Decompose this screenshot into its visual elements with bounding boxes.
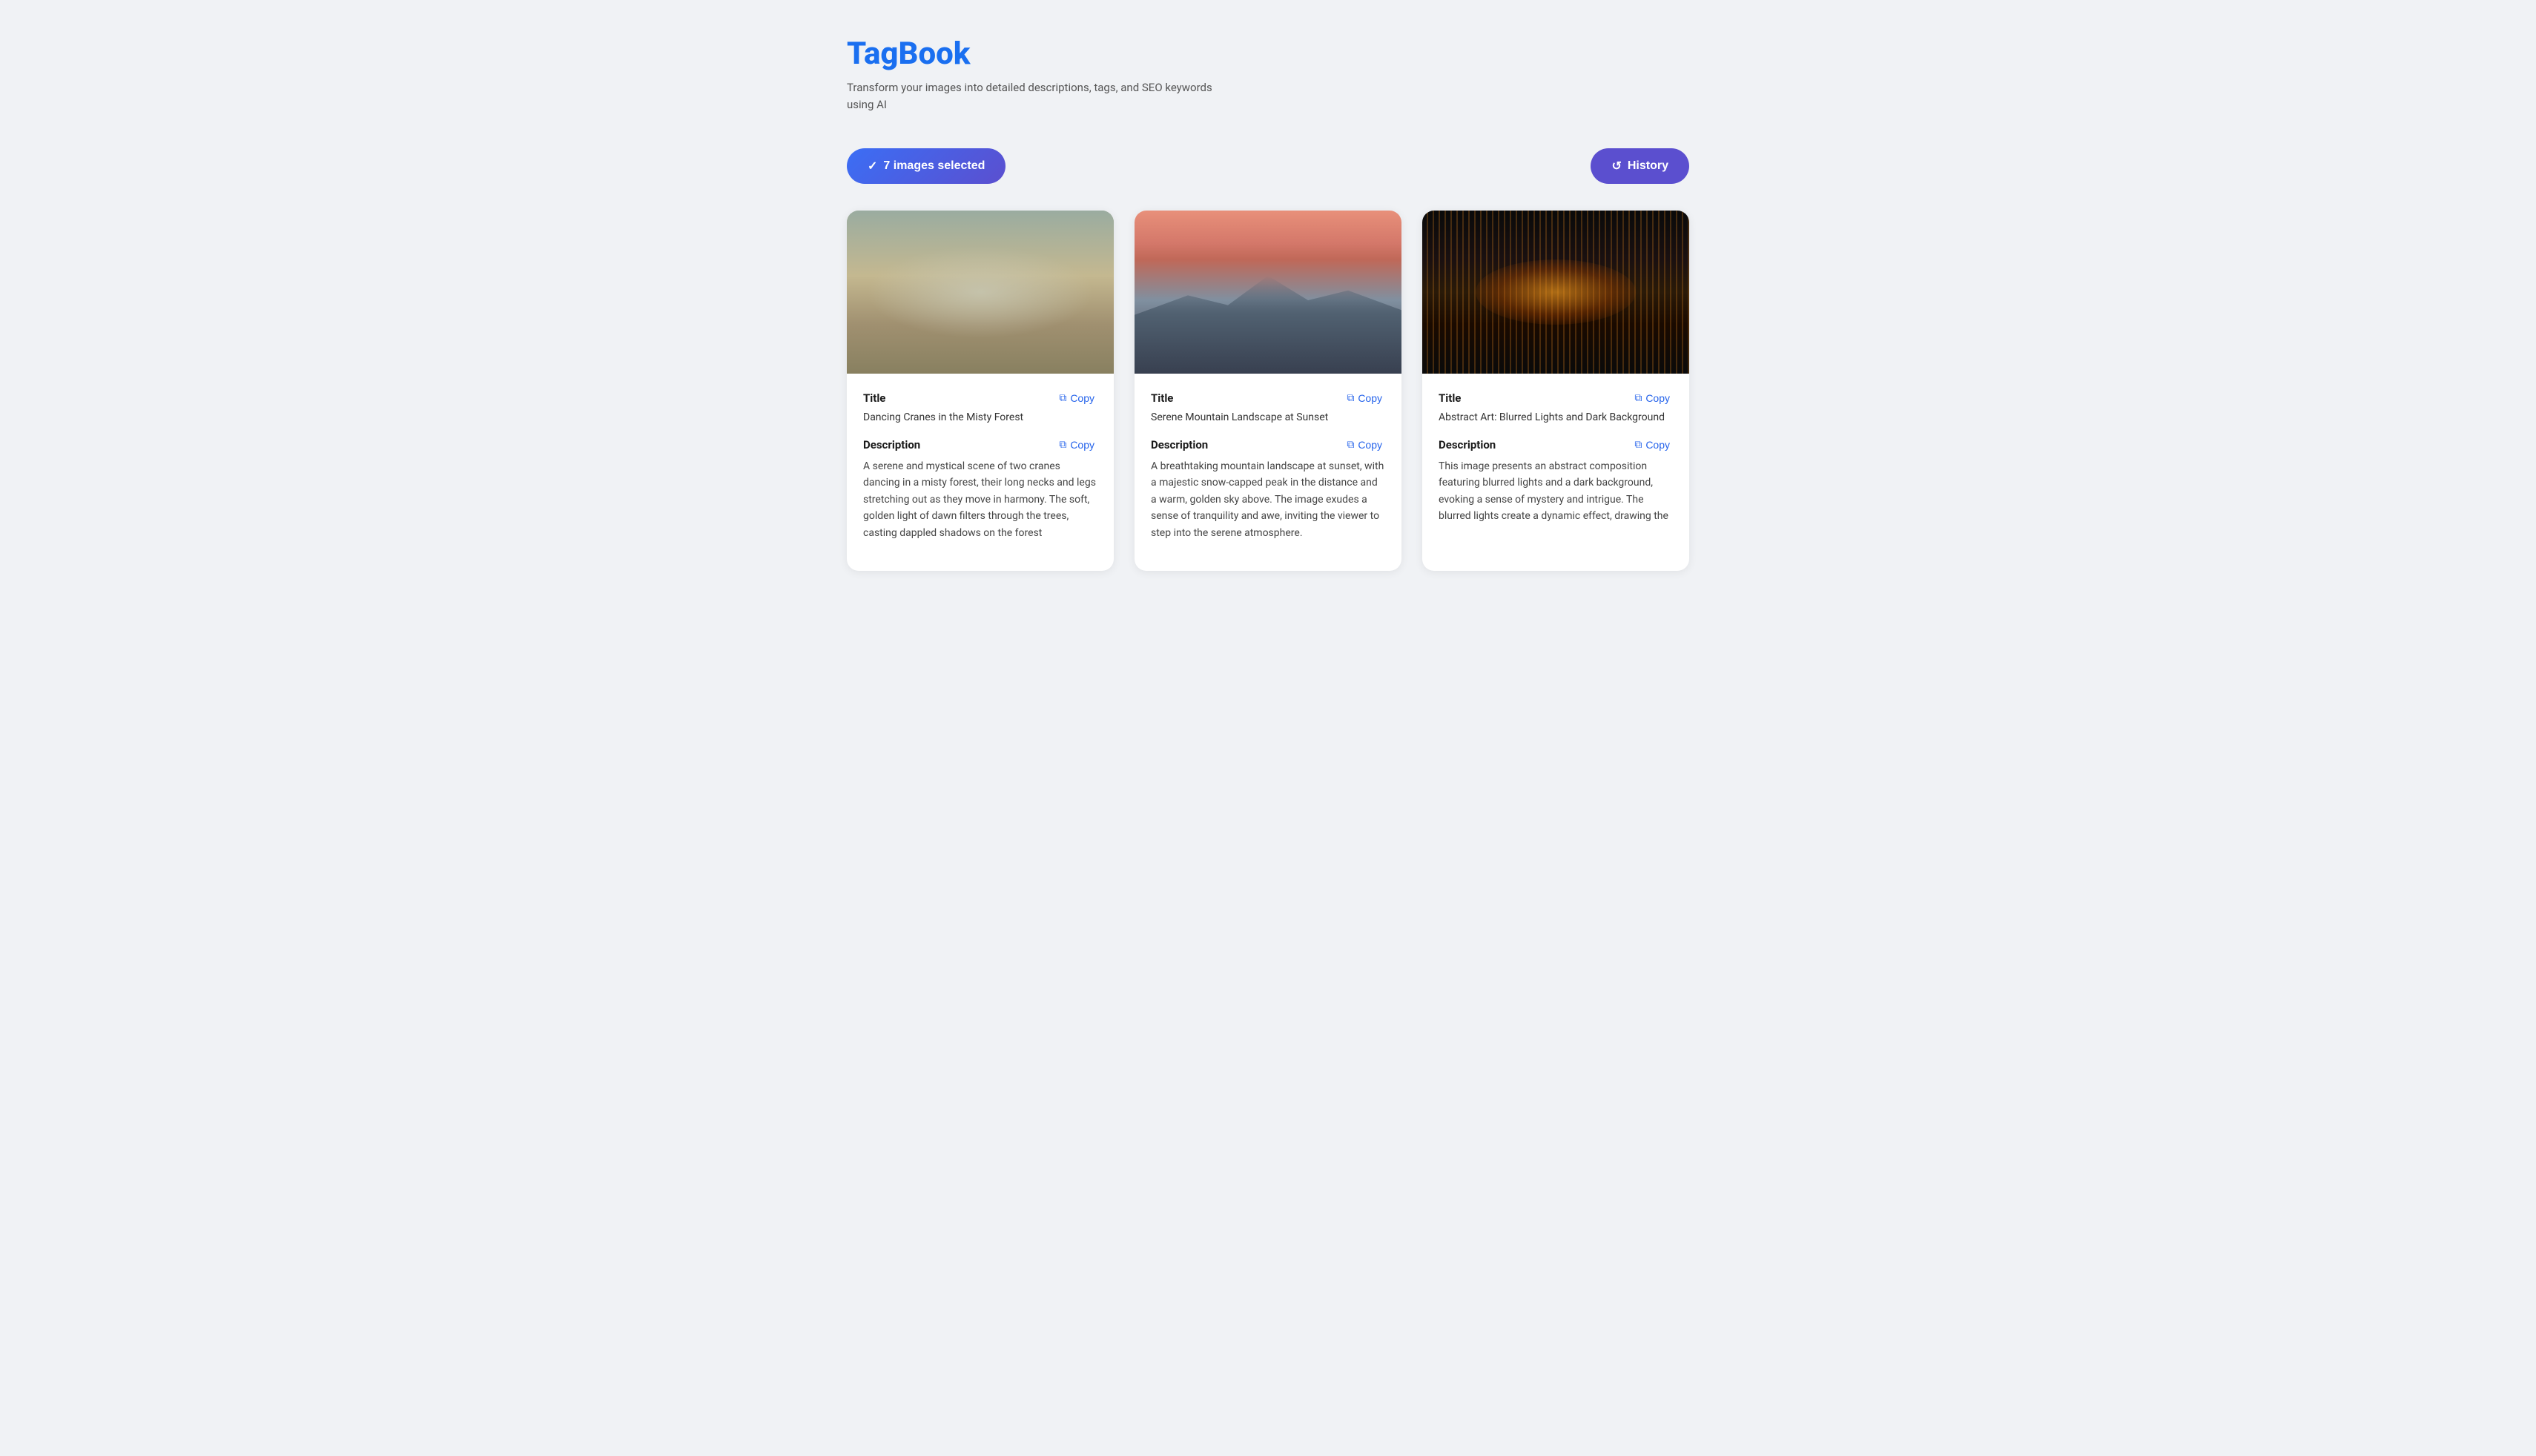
- copy-icon-crane-desc: ⧉: [1059, 438, 1066, 451]
- card-title-section-mountain: Title ⧉ Copy Serene Mountain Landscape a…: [1151, 390, 1385, 423]
- cards-grid: Title ⧉ Copy Dancing Cranes in the Misty…: [847, 211, 1689, 571]
- card-image-crane: [847, 211, 1114, 374]
- title-label-mountain: Title: [1151, 391, 1173, 405]
- description-label-crane: Description: [863, 438, 920, 451]
- copy-description-button-mountain[interactable]: ⧉ Copy: [1344, 437, 1385, 452]
- card-description-header-mountain: Description ⧉ Copy: [1151, 437, 1385, 452]
- images-selected-label: 7 images selected: [883, 159, 985, 173]
- header: TagBook Transform your images into detai…: [847, 36, 1689, 113]
- images-selected-button[interactable]: ✓ 7 images selected: [847, 148, 1006, 184]
- title-value-mountain: Serene Mountain Landscape at Sunset: [1151, 411, 1385, 423]
- card-title-section-abstract: Title ⧉ Copy Abstract Art: Blurred Light…: [1439, 390, 1673, 423]
- card-title-header-mountain: Title ⧉ Copy: [1151, 390, 1385, 406]
- copy-description-button-abstract[interactable]: ⧉ Copy: [1631, 437, 1673, 452]
- copy-icon-mountain-desc: ⧉: [1347, 438, 1354, 451]
- card-crane: Title ⧉ Copy Dancing Cranes in the Misty…: [847, 211, 1114, 571]
- title-value-abstract: Abstract Art: Blurred Lights and Dark Ba…: [1439, 411, 1673, 423]
- card-content-abstract: Title ⧉ Copy Abstract Art: Blurred Light…: [1422, 374, 1689, 555]
- title-label-abstract: Title: [1439, 391, 1461, 405]
- toolbar: ✓ 7 images selected ↺ History: [847, 148, 1689, 184]
- copy-title-button-crane[interactable]: ⧉ Copy: [1056, 390, 1097, 406]
- card-title-section-crane: Title ⧉ Copy Dancing Cranes in the Misty…: [863, 390, 1097, 423]
- card-mountain: Title ⧉ Copy Serene Mountain Landscape a…: [1135, 211, 1401, 571]
- card-description-section-abstract: Description ⧉ Copy This image presents a…: [1439, 437, 1673, 525]
- copy-icon-abstract-desc: ⧉: [1634, 438, 1642, 451]
- history-icon: ↺: [1611, 159, 1621, 173]
- copy-icon-mountain-title: ⧉: [1347, 391, 1354, 404]
- title-label-crane: Title: [863, 391, 885, 405]
- history-button[interactable]: ↺ History: [1591, 148, 1689, 184]
- copy-icon-abstract-title: ⧉: [1634, 391, 1642, 404]
- card-description-section-mountain: Description ⧉ Copy A breathtaking mounta…: [1151, 437, 1385, 541]
- copy-icon-crane-title: ⧉: [1059, 391, 1066, 404]
- copy-description-button-crane[interactable]: ⧉ Copy: [1056, 437, 1097, 452]
- description-value-crane: A serene and mystical scene of two crane…: [863, 458, 1097, 541]
- card-content-mountain: Title ⧉ Copy Serene Mountain Landscape a…: [1135, 374, 1401, 571]
- history-label: History: [1628, 159, 1668, 173]
- description-value-abstract: This image presents an abstract composit…: [1439, 458, 1673, 525]
- app-title: TagBook: [847, 36, 1689, 72]
- card-content-crane: Title ⧉ Copy Dancing Cranes in the Misty…: [847, 374, 1114, 571]
- card-title-header-crane: Title ⧉ Copy: [863, 390, 1097, 406]
- card-description-header-crane: Description ⧉ Copy: [863, 437, 1097, 452]
- checkmark-icon: ✓: [868, 159, 877, 173]
- card-image-mountain: [1135, 211, 1401, 374]
- card-abstract: Title ⧉ Copy Abstract Art: Blurred Light…: [1422, 211, 1689, 571]
- card-title-header-abstract: Title ⧉ Copy: [1439, 390, 1673, 406]
- title-value-crane: Dancing Cranes in the Misty Forest: [863, 411, 1097, 423]
- card-description-section-crane: Description ⧉ Copy A serene and mystical…: [863, 437, 1097, 541]
- description-label-mountain: Description: [1151, 438, 1208, 451]
- description-label-abstract: Description: [1439, 438, 1496, 451]
- card-image-abstract: [1422, 211, 1689, 374]
- app-subtitle: Transform your images into detailed desc…: [847, 79, 1218, 113]
- card-description-header-abstract: Description ⧉ Copy: [1439, 437, 1673, 452]
- copy-title-button-abstract[interactable]: ⧉ Copy: [1631, 390, 1673, 406]
- description-value-mountain: A breathtaking mountain landscape at sun…: [1151, 458, 1385, 541]
- copy-title-button-mountain[interactable]: ⧉ Copy: [1344, 390, 1385, 406]
